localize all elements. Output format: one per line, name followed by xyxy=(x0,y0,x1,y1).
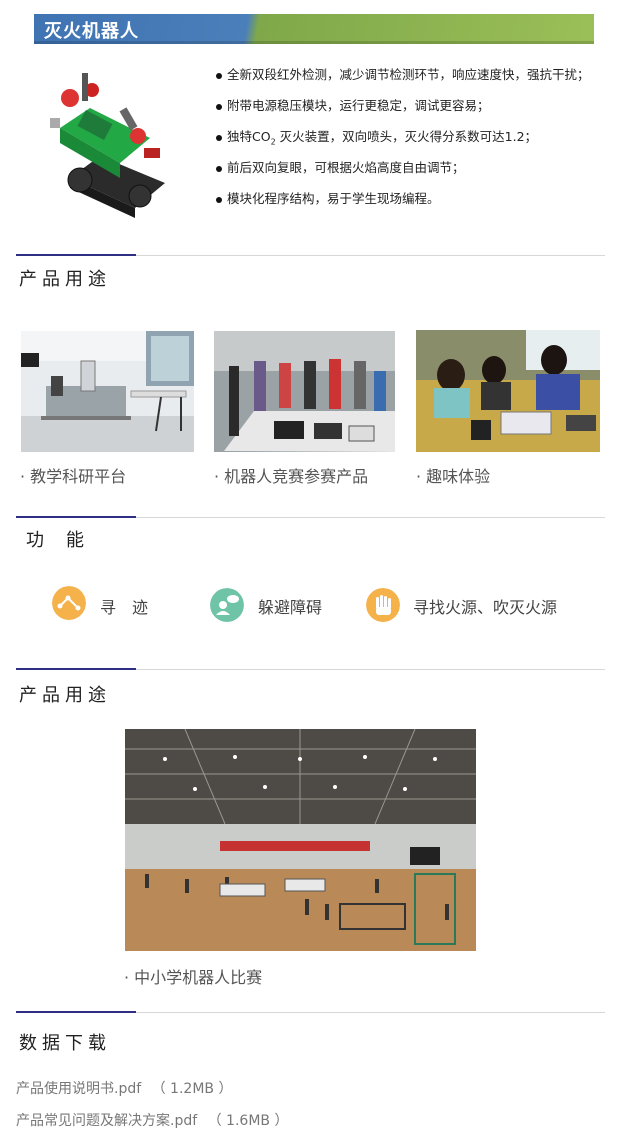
gymnasium-photo xyxy=(125,729,476,951)
download-file-name[interactable]: 产品常见问题及解决方案.pdf xyxy=(16,1113,197,1129)
robot-illustration xyxy=(50,73,165,218)
download-file-size: （ 1.6MB ） xyxy=(207,1113,289,1129)
usage-caption-experience: · 趣味体验 xyxy=(416,467,491,486)
feature-item: 模块化程序结构，易于学生现场编程。 xyxy=(216,188,608,219)
section-title-usage: 产品用途 xyxy=(19,269,111,290)
person-chat-icon xyxy=(210,588,244,622)
download-file-size: （ 1.2MB ） xyxy=(151,1081,233,1097)
feature-item: 附带电源稳压模块，运行更稳定，调试更容易； xyxy=(216,95,608,126)
feature-co2-suffix: 灭火装置，双向喷头，灭火得分系数可达1.2； xyxy=(275,129,538,144)
function-label-avoid: 躲避障碍 xyxy=(258,598,323,617)
feature-co2-prefix: 独特CO xyxy=(227,129,271,144)
product-title-bar: 灭火机器人 xyxy=(34,14,594,44)
lab-photo xyxy=(21,331,194,452)
usage-caption-teaching: · 教学科研平台 xyxy=(20,467,127,486)
download-link-faq[interactable]: 产品常见问题及解决方案.pdf （ 1.6MB ） xyxy=(16,1110,288,1130)
experience-photo xyxy=(416,330,600,452)
download-link-manual[interactable]: 产品使用说明书.pdf （ 1.2MB ） xyxy=(16,1078,232,1098)
usage-caption-school-competition: · 中小学机器人比赛 xyxy=(124,968,263,987)
feature-item: 独特CO2 灭火装置，双向喷头，灭火得分系数可达1.2； xyxy=(216,126,608,157)
section-accent xyxy=(16,516,136,518)
product-title: 灭火机器人 xyxy=(44,21,139,42)
feature-item: 前后双向复眼，可根据火焰高度自由调节； xyxy=(216,157,608,188)
feature-list: 全新双段红外检测，减少调节检测环节，响应速度快，强抗干扰； 附带电源稳压模块，运… xyxy=(216,64,608,219)
feature-item: 全新双段红外检测，减少调节检测环节，响应速度快，强抗干扰； xyxy=(216,64,608,95)
usage-caption-competition: · 机器人竞赛参赛产品 xyxy=(214,467,369,486)
section-accent xyxy=(16,1011,136,1013)
download-file-name[interactable]: 产品使用说明书.pdf xyxy=(16,1081,141,1097)
section-title-function: 功 能 xyxy=(26,530,86,551)
section-title-download: 数据下载 xyxy=(19,1033,111,1054)
function-label-tracking: 寻 迹 xyxy=(100,598,149,617)
function-label-fire: 寻找火源、吹灭火源 xyxy=(413,598,558,617)
section-title-usage-2: 产品用途 xyxy=(19,685,111,706)
route-icon xyxy=(52,586,86,620)
section-accent xyxy=(16,668,136,670)
fire-hand-icon xyxy=(366,588,400,622)
competition-photo xyxy=(214,331,395,452)
section-accent xyxy=(16,254,136,256)
